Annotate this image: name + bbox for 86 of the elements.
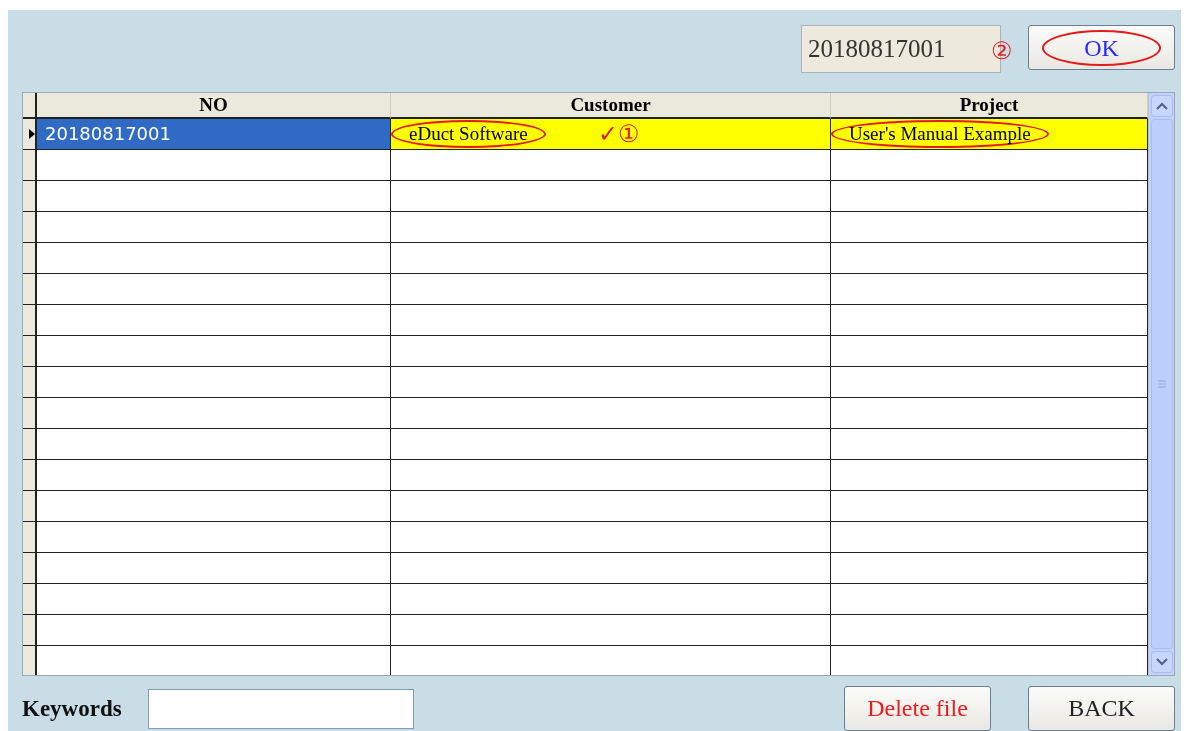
table-cell[interactable] xyxy=(831,336,1148,367)
row-header[interactable] xyxy=(23,646,37,675)
table-cell[interactable] xyxy=(391,212,831,243)
table-cell[interactable] xyxy=(831,367,1148,398)
table-cell[interactable] xyxy=(391,615,831,646)
table-cell[interactable] xyxy=(391,460,831,491)
table-cell[interactable] xyxy=(37,181,391,212)
scroll-up-button[interactable] xyxy=(1150,95,1173,117)
table-cell[interactable] xyxy=(37,212,391,243)
table-cell[interactable] xyxy=(37,398,391,429)
row-header[interactable] xyxy=(23,274,37,305)
table-cell[interactable] xyxy=(37,429,391,460)
row-header[interactable] xyxy=(23,243,37,274)
table-cell[interactable] xyxy=(37,460,391,491)
table-cell[interactable] xyxy=(831,305,1148,336)
row-header[interactable] xyxy=(23,491,37,522)
table-cell[interactable] xyxy=(37,150,391,181)
table-cell[interactable] xyxy=(37,553,391,584)
annotation-mark: ✓① xyxy=(597,122,640,146)
back-button[interactable]: BACK xyxy=(1028,686,1175,731)
table-cell[interactable] xyxy=(37,305,391,336)
table-cell[interactable] xyxy=(391,584,831,615)
keywords-field[interactable] xyxy=(147,688,414,729)
table-cell[interactable] xyxy=(391,336,831,367)
table-cell[interactable]: User's Manual Example xyxy=(831,119,1148,150)
table-cell[interactable] xyxy=(391,243,831,274)
delete-button[interactable]: Delete file xyxy=(844,686,991,731)
table-cell[interactable] xyxy=(37,336,391,367)
table-cell[interactable] xyxy=(831,212,1148,243)
scroll-down-button[interactable] xyxy=(1150,651,1173,673)
table-cell[interactable] xyxy=(831,398,1148,429)
ok-button[interactable]: OK xyxy=(1028,25,1175,70)
table-cell[interactable] xyxy=(831,553,1148,584)
table-cell[interactable] xyxy=(391,429,831,460)
table-cell[interactable] xyxy=(831,243,1148,274)
table-cell[interactable] xyxy=(391,367,831,398)
table-cell[interactable] xyxy=(391,274,831,305)
row-header[interactable] xyxy=(23,584,37,615)
row-header[interactable] xyxy=(23,553,37,584)
scrollbar-thumb[interactable] xyxy=(1150,119,1173,649)
table-cell[interactable] xyxy=(391,181,831,212)
column-header[interactable]: Project xyxy=(959,94,1019,116)
table-cell[interactable] xyxy=(391,553,831,584)
row-header[interactable] xyxy=(23,398,37,429)
table-cell[interactable]: 20180817001 xyxy=(37,119,391,150)
table-cell[interactable]: eDuct Software ✓① xyxy=(391,119,831,150)
table-cell[interactable] xyxy=(37,243,391,274)
row-header[interactable] xyxy=(23,522,37,553)
table-cell[interactable] xyxy=(831,429,1148,460)
chevron-up-icon xyxy=(1155,102,1168,110)
keywords-label: Keywords xyxy=(22,695,122,722)
table-cell[interactable] xyxy=(391,522,831,553)
table-cell[interactable] xyxy=(831,615,1148,646)
table-cell[interactable] xyxy=(831,181,1148,212)
table-cell[interactable] xyxy=(831,274,1148,305)
table-cell[interactable] xyxy=(37,615,391,646)
table-cell[interactable] xyxy=(391,398,831,429)
row-header[interactable] xyxy=(23,305,37,336)
cell-text: User's Manual Example xyxy=(831,120,1049,148)
table-cell[interactable] xyxy=(831,584,1148,615)
table-cell[interactable] xyxy=(831,522,1148,553)
row-header[interactable] xyxy=(23,212,37,243)
table-cell[interactable] xyxy=(831,460,1148,491)
table-cell[interactable] xyxy=(831,491,1148,522)
column-header[interactable]: Customer xyxy=(570,94,651,116)
table-cell[interactable] xyxy=(391,150,831,181)
row-header[interactable] xyxy=(23,119,37,150)
table-cell[interactable] xyxy=(391,305,831,336)
table-cell[interactable] xyxy=(37,274,391,305)
row-header[interactable] xyxy=(23,460,37,491)
chevron-down-icon xyxy=(1155,658,1168,666)
cell-text: 20180817001 xyxy=(44,122,172,146)
table-cell[interactable] xyxy=(37,584,391,615)
row-header[interactable] xyxy=(23,181,37,212)
column-header[interactable]: NO xyxy=(199,94,228,116)
table-cell[interactable] xyxy=(831,150,1148,181)
row-header[interactable] xyxy=(23,429,37,460)
table-cell[interactable] xyxy=(37,491,391,522)
row-header[interactable] xyxy=(23,336,37,367)
row-header[interactable] xyxy=(23,150,37,181)
table-cell[interactable] xyxy=(37,367,391,398)
row-header[interactable] xyxy=(23,615,37,646)
table-cell[interactable] xyxy=(391,491,831,522)
row-header[interactable] xyxy=(23,367,37,398)
cell-text: eDuct Software xyxy=(391,120,546,148)
table-cell[interactable] xyxy=(37,522,391,553)
